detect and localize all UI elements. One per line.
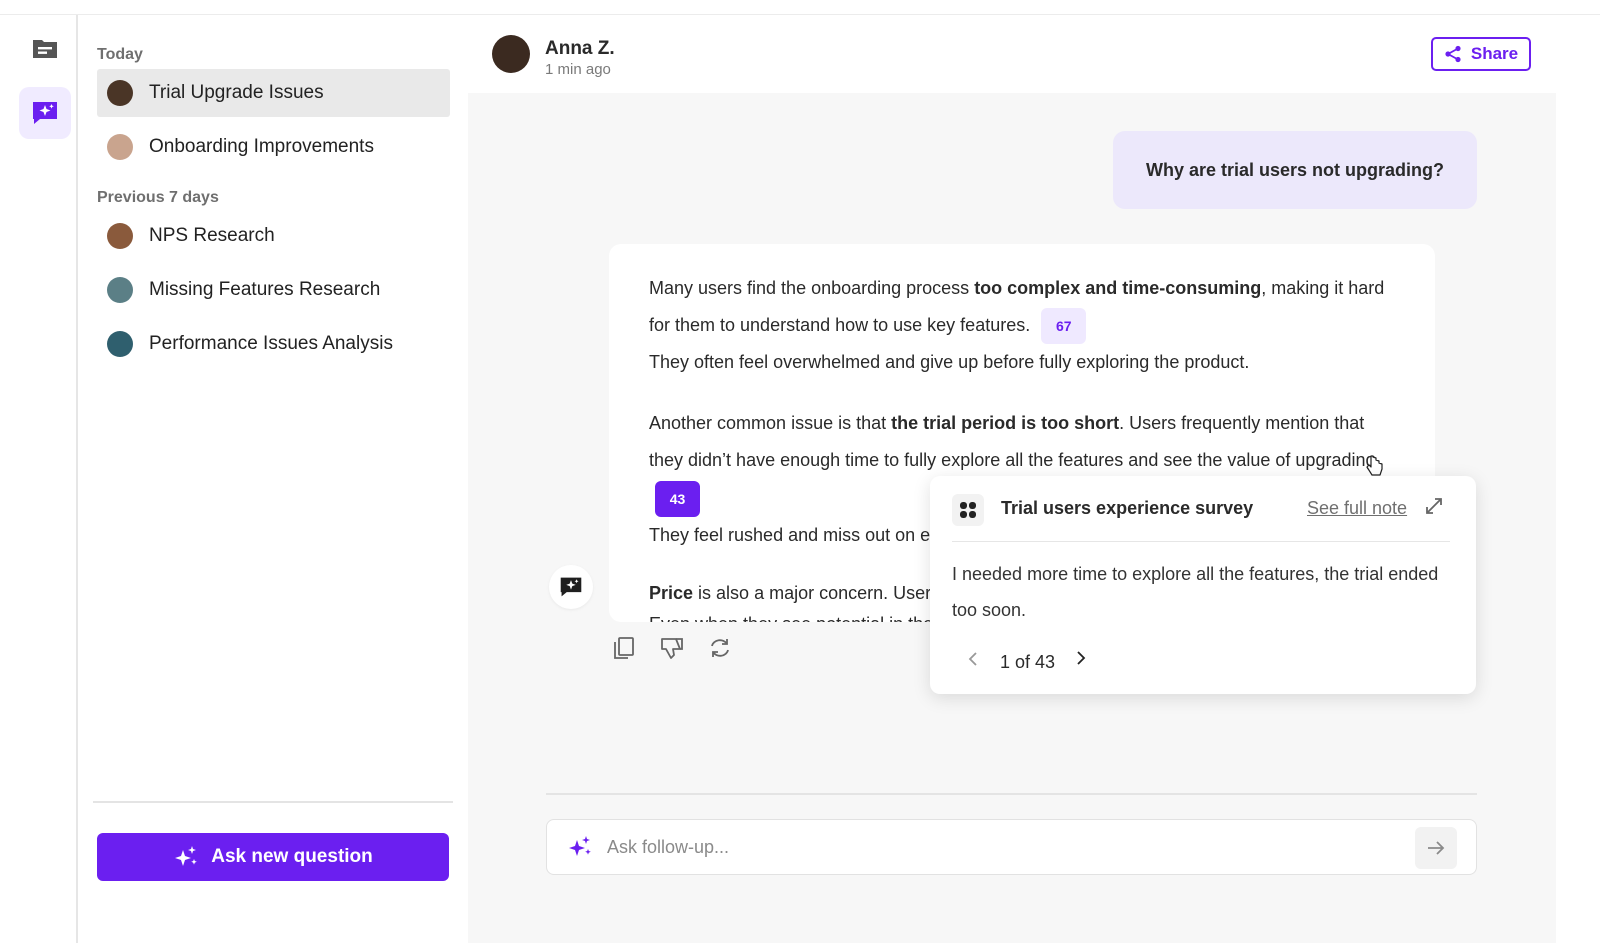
timestamp: 1 min ago	[545, 61, 611, 78]
conversation-sidebar: Today Trial Upgrade Issues Onboarding Im…	[80, 15, 468, 943]
composer-divider	[546, 793, 1477, 795]
chevron-left-icon	[968, 652, 977, 666]
sparkle-icon	[175, 846, 198, 866]
answer-text: Many users find the onboarding process	[649, 278, 975, 298]
regenerate-icon	[711, 639, 729, 657]
source-logo-icon	[960, 502, 976, 518]
answer-text: Another common issue is that	[649, 413, 892, 434]
follow-up-input[interactable]	[607, 830, 1387, 864]
answer-emphasis: the trial period is too short	[891, 413, 1120, 434]
source-logo	[952, 494, 984, 526]
avatar	[492, 35, 530, 73]
source-quote: I needed more time to explore all the fe…	[952, 564, 1439, 620]
notes-nav-button[interactable]	[19, 23, 71, 75]
user-question-bubble: Why are trial users not upgrading?	[1113, 131, 1477, 209]
citation-pagination: 1 of 43	[1000, 652, 1056, 672]
answer-emphasis: too complex and time-consuming	[974, 278, 1262, 298]
expand-icon	[1426, 498, 1442, 514]
share-button[interactable]: Share	[1431, 37, 1531, 71]
previous-citation-button[interactable]	[962, 648, 984, 670]
answer-paragraph: Many users find the onboarding process t…	[649, 270, 1395, 381]
conversation-label: Onboarding Improvements	[149, 136, 374, 157]
conversation-item-trial-upgrade[interactable]: Trial Upgrade Issues	[97, 69, 450, 117]
conversation-label: Trial Upgrade Issues	[149, 82, 324, 103]
avatar	[107, 80, 133, 106]
popover-divider	[952, 541, 1450, 542]
conversation-item-onboarding[interactable]: Onboarding Improvements	[97, 123, 450, 171]
conversation-item-nps[interactable]: NPS Research	[97, 212, 450, 260]
avatar	[107, 223, 133, 249]
thumbs-down-icon	[661, 638, 683, 659]
section-label-previous-7-days: Previous 7 days	[97, 189, 219, 206]
thumbs-down-button[interactable]	[657, 633, 687, 663]
conversation-item-missing-features[interactable]: Missing Features Research	[97, 266, 450, 314]
chevron-right-icon	[1077, 651, 1086, 665]
ask-new-question-label: Ask new question	[211, 846, 373, 867]
citation-badge-active[interactable]: 43	[655, 480, 700, 517]
ask-new-question-button[interactable]: Ask new question	[97, 833, 449, 881]
conversation-label: Missing Features Research	[149, 279, 381, 300]
avatar	[107, 134, 133, 160]
app-rail	[0, 15, 78, 943]
share-label: Share	[1470, 44, 1519, 63]
answer-text: They feel rushed and miss out on ex	[649, 524, 940, 545]
answer-actions	[609, 633, 735, 663]
copy-button[interactable]	[609, 633, 639, 663]
conversation-item-performance[interactable]: Performance Issues Analysis	[97, 320, 450, 368]
answer-text: They often feel overwhelmed and give up …	[649, 352, 1250, 373]
sparkle-icon	[569, 836, 591, 856]
citation-popover: Trial users experience survey See full n…	[930, 476, 1476, 694]
regenerate-button[interactable]	[705, 633, 735, 663]
expand-button[interactable]	[1422, 494, 1446, 518]
section-label-today: Today	[97, 46, 143, 63]
ai-avatar	[549, 565, 593, 609]
conversation-label: Performance Issues Analysis	[149, 333, 393, 354]
ai-chat-icon	[560, 577, 582, 597]
sidebar-divider	[93, 801, 453, 803]
conversation-header: Anna Z. 1 min ago Share	[468, 15, 1600, 93]
copy-icon	[614, 637, 634, 659]
answer-text: is also a major concern. Users	[693, 582, 941, 603]
cursor-icon	[1366, 455, 1383, 476]
share-icon	[1445, 45, 1461, 63]
user-name: Anna Z.	[545, 38, 615, 59]
arrow-right-icon	[1428, 841, 1445, 855]
citation-badge[interactable]: 67	[1041, 308, 1087, 345]
see-full-note-link[interactable]: See full note	[1307, 498, 1407, 519]
ai-chat-nav-button[interactable]	[19, 87, 71, 139]
notes-icon	[33, 40, 57, 58]
send-button[interactable]	[1415, 827, 1457, 869]
next-citation-button[interactable]	[1070, 647, 1092, 669]
avatar	[107, 277, 133, 303]
source-title: Trial users experience survey	[1001, 498, 1254, 518]
answer-text: Even when they see potential in the	[649, 614, 933, 623]
user-question: Why are trial users not upgrading?	[1145, 159, 1445, 180]
ai-chat-icon	[33, 102, 57, 124]
answer-emphasis: Price	[649, 582, 694, 603]
avatar	[107, 331, 133, 357]
follow-up-composer	[546, 819, 1477, 875]
conversation-label: NPS Research	[149, 225, 275, 246]
